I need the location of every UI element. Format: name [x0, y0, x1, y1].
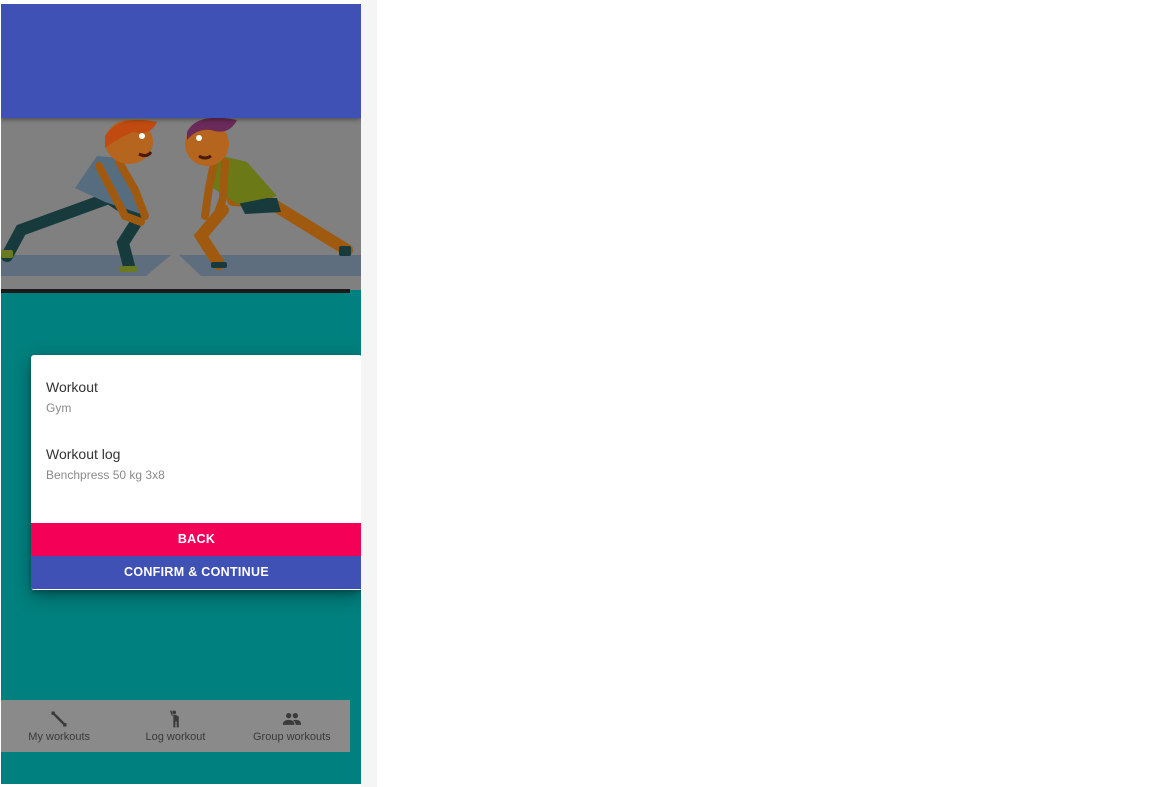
left-exercising-person	[1, 119, 157, 272]
person-exercise-icon	[165, 709, 185, 729]
field-value: Benchpress 50 kg 3x8	[46, 468, 165, 482]
right-exercising-person	[185, 118, 353, 270]
field-label: Workout log	[46, 446, 121, 462]
nav-item-my-workouts[interactable]: My workouts	[1, 700, 117, 752]
window-edge	[361, 0, 377, 787]
nav-label: My workouts	[28, 731, 91, 743]
nav-label: Log workout	[145, 731, 206, 743]
hero-illustration	[1, 118, 361, 290]
field-value: Gym	[46, 401, 72, 415]
back-button[interactable]: BACK	[31, 523, 361, 556]
nav-item-group-workouts[interactable]: Group workouts	[234, 700, 350, 752]
confirmation-card: Workout Gym Workout log Benchpress 50 kg…	[31, 355, 361, 590]
workout-log-field: Workout log Benchpress 50 kg 3x8	[46, 445, 165, 483]
app-bar	[1, 4, 361, 118]
app-screen: Workout Gym Workout log Benchpress 50 kg…	[1, 4, 361, 784]
dumbbell-icon	[49, 709, 69, 729]
hero-divider	[1, 289, 350, 293]
nav-label: Group workouts	[252, 731, 331, 743]
workout-field: Workout Gym	[46, 378, 98, 416]
bottom-navigation: My workouts Log workout Group workouts	[1, 700, 350, 752]
confirm-continue-button[interactable]: CONFIRM & CONTINUE	[31, 556, 361, 589]
field-label: Workout	[46, 379, 98, 395]
group-icon	[281, 709, 303, 729]
nav-item-log-workout[interactable]: Log workout	[117, 700, 233, 752]
